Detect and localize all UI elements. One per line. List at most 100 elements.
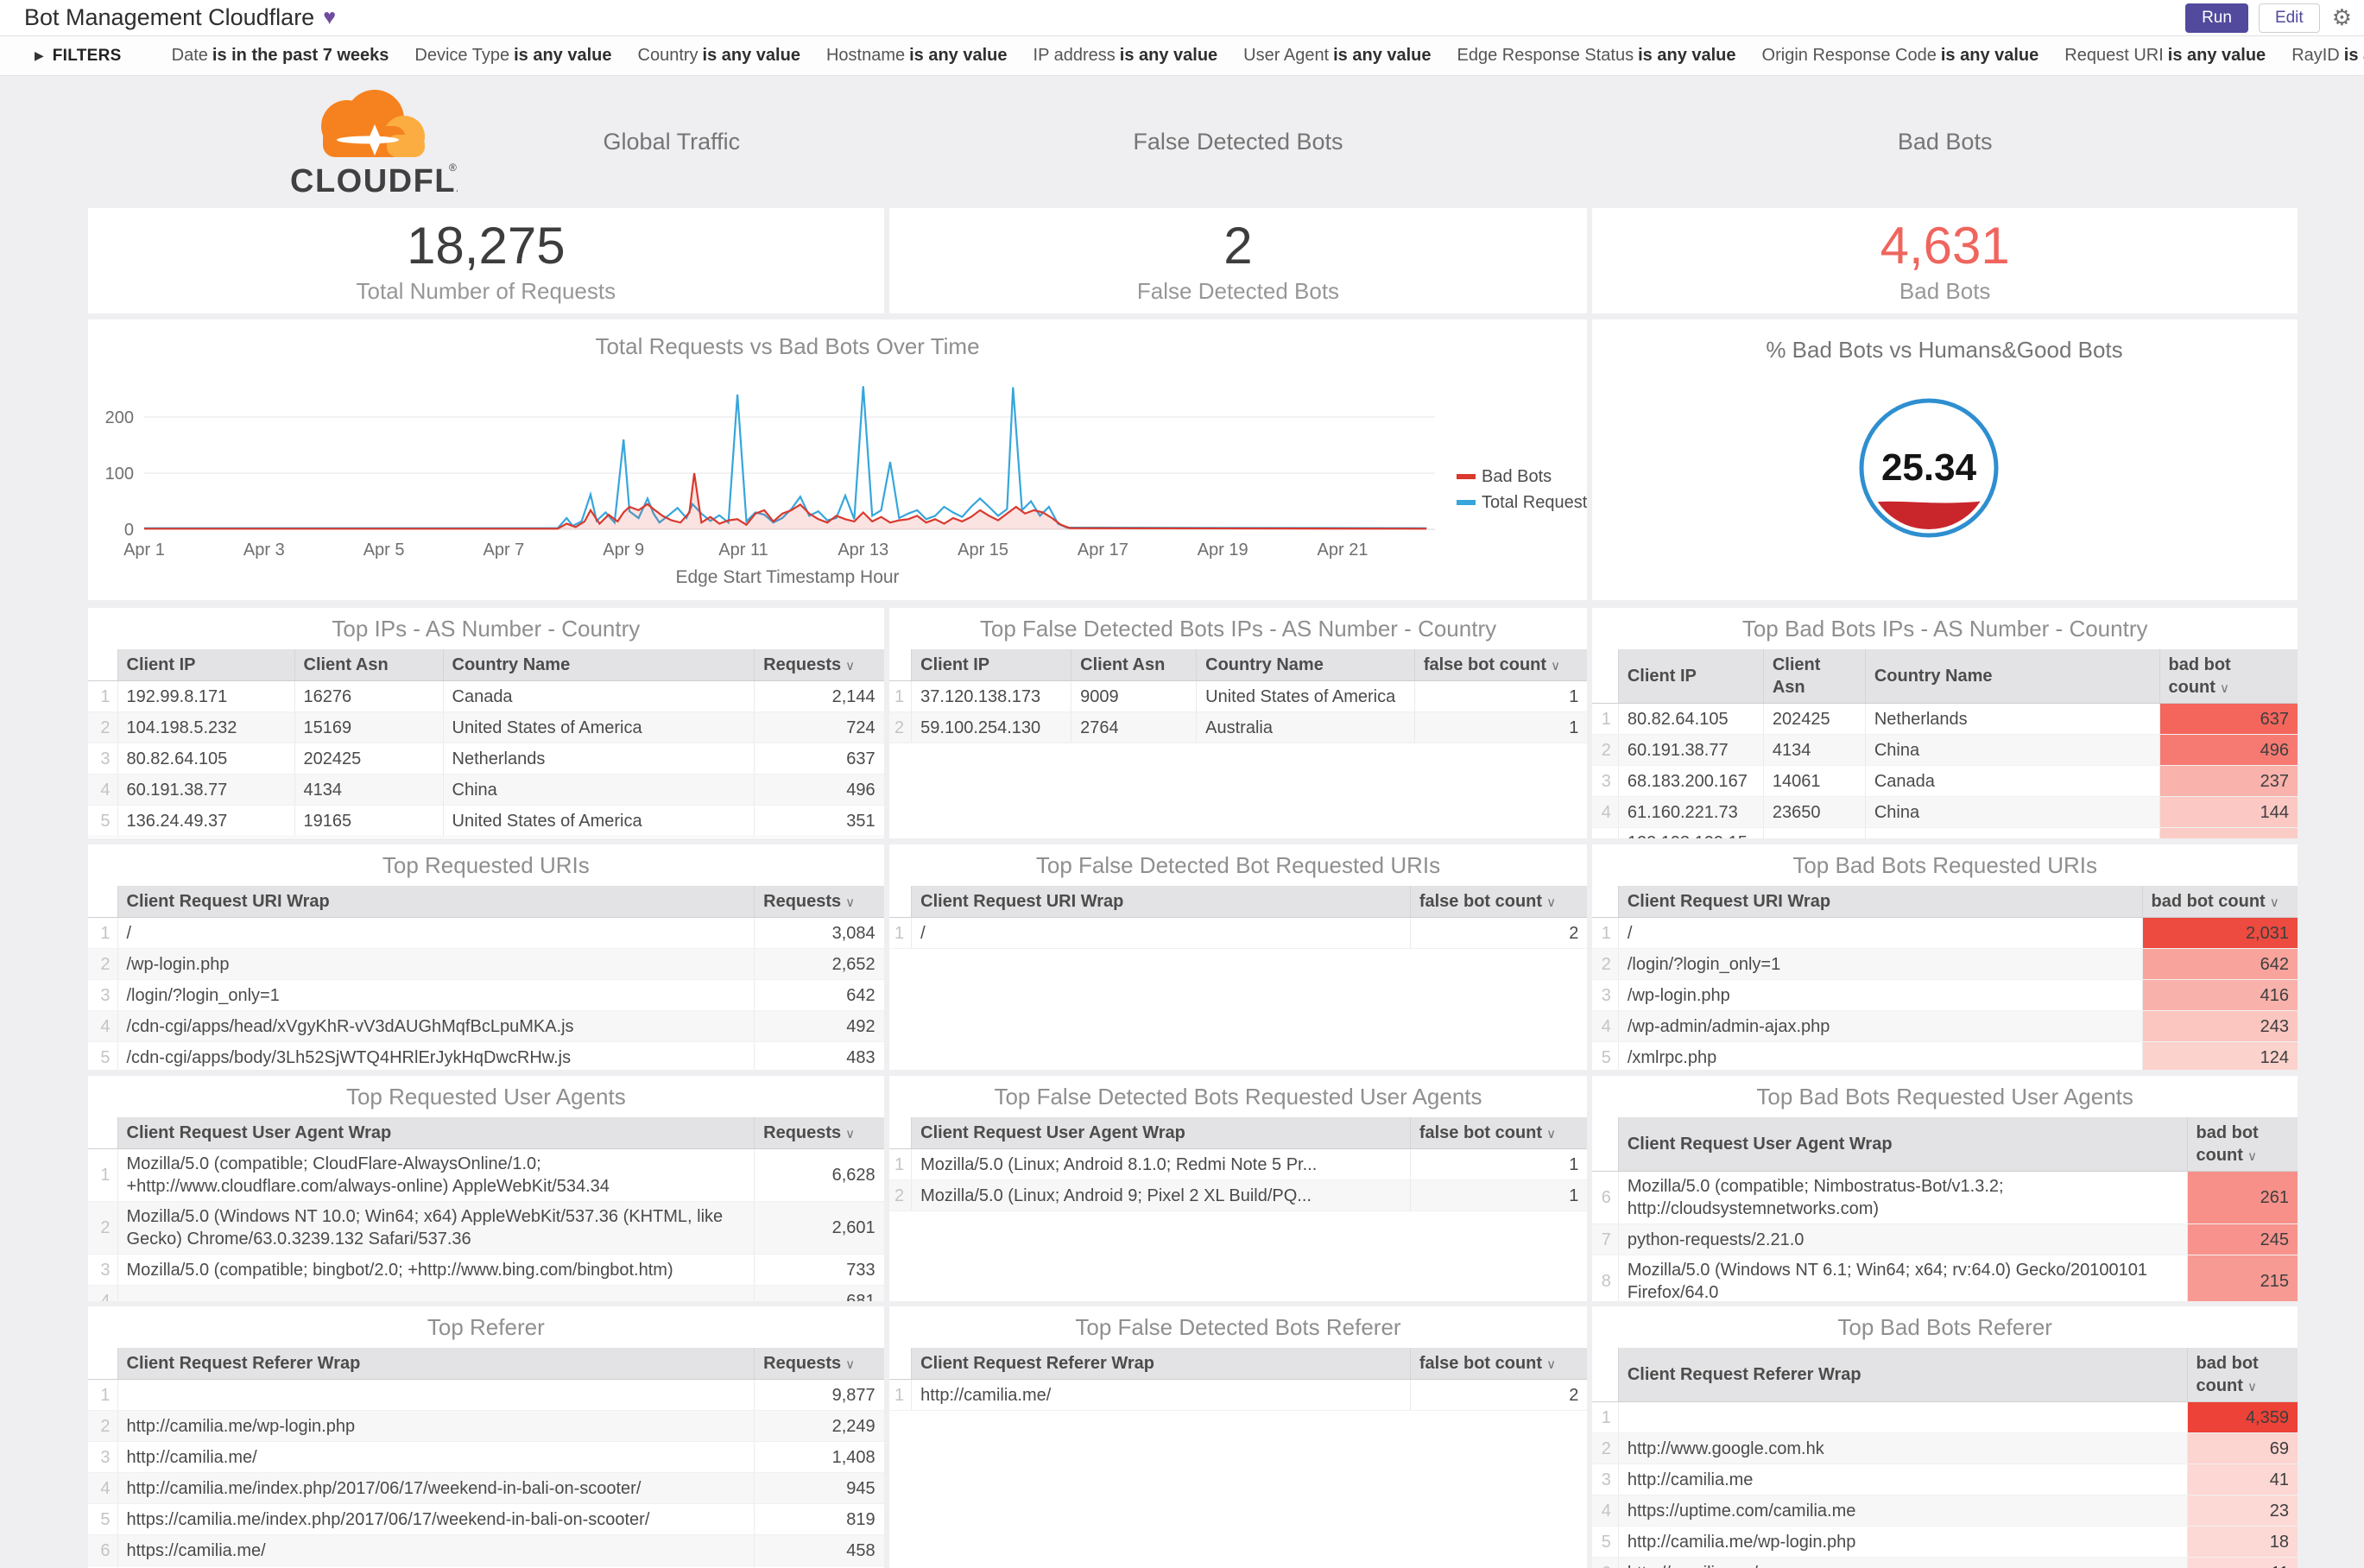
- legend-label[interactable]: Total Requests: [1482, 493, 1587, 512]
- table-cell: 41: [2187, 1464, 2298, 1495]
- sort-desc-icon[interactable]: ∨: [1551, 659, 1560, 673]
- sort-desc-icon[interactable]: ∨: [2247, 1149, 2257, 1164]
- gear-icon[interactable]: ⚙: [2332, 4, 2352, 31]
- column-header[interactable]: Client Asn: [1763, 649, 1866, 704]
- table-top-referer: Top Referer Client Request Referer Wrap Re…: [88, 1306, 884, 1568]
- table-row: 5 136.24.49.37 19165 United States of Ameri…: [88, 805, 884, 837]
- table-title: Top False Detected Bots Referer: [1075, 1314, 1401, 1340]
- sort-desc-icon[interactable]: ∨: [1546, 1127, 1556, 1141]
- filter-item[interactable]: Device Type is any value: [414, 46, 611, 65]
- table-cell: Mozilla/5.0 (Linux; Android 8.1.0; Redmi…: [911, 1148, 1411, 1180]
- sort-desc-icon[interactable]: ∨: [845, 1357, 855, 1372]
- sort-desc-icon[interactable]: ∨: [845, 659, 855, 673]
- row-number: 2: [88, 1410, 118, 1442]
- column-header[interactable]: Client Asn: [294, 649, 444, 681]
- table-cell: 2,601: [754, 1201, 884, 1255]
- column-header[interactable]: Client Request Referer Wrap: [1618, 1348, 2188, 1402]
- filter-item[interactable]: Edge Response Status is any value: [1457, 46, 1736, 65]
- column-header[interactable]: Client Request URI Wrap: [1618, 886, 2143, 918]
- edit-button[interactable]: Edit: [2258, 3, 2320, 33]
- sort-desc-icon[interactable]: ∨: [1546, 1357, 1556, 1372]
- sort-desc-icon[interactable]: ∨: [2220, 681, 2229, 696]
- column-header[interactable]: false bot count ∨: [1410, 1348, 1588, 1380]
- column-header[interactable]: Client Request User Agent Wrap: [117, 1117, 755, 1149]
- table-row: 3 68.183.200.167 14061 Canada 237: [1592, 765, 2298, 797]
- column-header[interactable]: bad bot count ∨: [2187, 1117, 2298, 1172]
- filter-item[interactable]: Country is any value: [638, 46, 800, 65]
- sort-desc-icon[interactable]: ∨: [2247, 1380, 2257, 1394]
- table-row: 1 http://camilia.me/2: [888, 1379, 1588, 1411]
- section-global-traffic: Global Traffic: [603, 129, 741, 155]
- section-title-band: CLOUDFLARE ® Global Traffic False Detect…: [0, 76, 2364, 208]
- column-header[interactable]: Country Name: [443, 649, 755, 681]
- filters-label[interactable]: FILTERS: [53, 47, 122, 66]
- table-cell: 2,249: [754, 1410, 884, 1442]
- table-row: 5 http://camilia.me/wp-login.php 18: [1592, 1526, 2298, 1558]
- column-header[interactable]: Requests ∨: [754, 886, 884, 918]
- table-row: 1 9,877: [88, 1379, 884, 1411]
- filters-expander-icon[interactable]: ▶: [35, 48, 44, 63]
- kpi-total-requests: 18,275 Total Number of Requests: [88, 208, 884, 313]
- table-cell: /login/?login_only=1: [1618, 948, 2143, 980]
- table-top-bad-bot-user-agents: Top Bad Bots Requested User Agents Client…: [1592, 1076, 2298, 1301]
- column-header[interactable]: Client Request URI Wrap: [911, 886, 1411, 918]
- table-cell: 1: [1410, 1179, 1588, 1211]
- table-top-ips: Top IPs - AS Number - Country Client IP Cl…: [88, 608, 884, 838]
- row-number: 3: [88, 1441, 118, 1473]
- filter-item[interactable]: Origin Response Code is any value: [1762, 46, 2039, 65]
- table-cell: http://www.google.com.hk: [1618, 1432, 2188, 1464]
- table-row: 1 4,359: [1592, 1401, 2298, 1433]
- filter-item[interactable]: Hostname is any value: [826, 46, 1008, 65]
- column-header[interactable]: Country Name: [1196, 649, 1415, 681]
- table-top-bad-bot-ips: Top Bad Bots IPs - AS Number - Country Cl…: [1592, 608, 2298, 838]
- table-row: 2/login/?login_only=1 642: [1592, 948, 2298, 980]
- row-number-header: [1592, 649, 1619, 704]
- column-header[interactable]: false bot count ∨: [1410, 1117, 1588, 1149]
- table-cell: /: [911, 917, 1411, 949]
- column-header[interactable]: Client IP: [117, 649, 295, 681]
- table-row: 1 80.82.64.105 202425 Netherlands 637: [1592, 703, 2298, 735]
- filter-item[interactable]: IP address is any value: [1033, 46, 1218, 65]
- column-header[interactable]: Country Name: [1865, 649, 2160, 704]
- table-cell: Mozilla/5.0 (compatible; CloudFlare-Alwa…: [117, 1148, 755, 1202]
- legend-swatch[interactable]: [1457, 500, 1476, 505]
- filter-item[interactable]: RayIDis any value: [2291, 46, 2364, 65]
- table-cell: python-requests/2.21.0: [1618, 1223, 2188, 1255]
- table-row: 4/cdn-cgi/apps/head/xVgyKhR-vV3dAUGhMqfB…: [88, 1010, 884, 1042]
- filters-list: Date is in the past 7 weeks Device Type is …: [172, 46, 2364, 66]
- sort-desc-icon[interactable]: ∨: [845, 1127, 855, 1141]
- legend-swatch[interactable]: [1457, 474, 1476, 479]
- legend-label[interactable]: Bad Bots: [1482, 467, 1552, 486]
- filter-bar: ▶ FILTERS Date is in the past 7 weeks Devi…: [0, 36, 2364, 76]
- x-tick-label: Apr 1: [123, 541, 165, 560]
- table-cell: 642: [2142, 948, 2298, 980]
- sort-desc-icon[interactable]: ∨: [2270, 895, 2279, 910]
- filter-item[interactable]: Request URI is any value: [2064, 46, 2266, 65]
- column-header[interactable]: bad bot count ∨: [2187, 1348, 2298, 1402]
- column-header[interactable]: false bot count ∨: [1410, 886, 1588, 918]
- filter-item[interactable]: Date is in the past 7 weeks: [172, 46, 389, 65]
- filter-item[interactable]: User Agent is any value: [1243, 46, 1431, 65]
- column-header[interactable]: Client Request Referer Wrap: [117, 1348, 755, 1380]
- sort-desc-icon[interactable]: ∨: [845, 895, 855, 910]
- column-header[interactable]: Requests ∨: [754, 1117, 884, 1149]
- row-number: 2: [88, 711, 118, 743]
- column-header[interactable]: Requests ∨: [754, 1348, 884, 1380]
- column-header[interactable]: Requests ∨: [754, 649, 884, 681]
- column-header[interactable]: Client Request User Agent Wrap: [1618, 1117, 2188, 1172]
- table-cell: 2,144: [754, 680, 884, 712]
- column-header[interactable]: Client Request URI Wrap: [117, 886, 755, 918]
- column-header[interactable]: Client Asn: [1071, 649, 1198, 681]
- column-header[interactable]: bad bot count ∨: [2142, 886, 2298, 918]
- column-header[interactable]: Client Request Referer Wrap: [911, 1348, 1411, 1380]
- column-header[interactable]: Client IP: [911, 649, 1072, 681]
- column-header[interactable]: false bot count ∨: [1414, 649, 1588, 681]
- row-number-header: [888, 1117, 913, 1149]
- column-header[interactable]: bad bot count ∨: [2159, 649, 2298, 704]
- run-button[interactable]: Run: [2185, 3, 2248, 33]
- column-header[interactable]: Client Request User Agent Wrap: [911, 1117, 1411, 1149]
- x-tick-label: Apr 9: [603, 541, 644, 560]
- sort-desc-icon[interactable]: ∨: [1546, 895, 1556, 910]
- x-tick-label: Apr 13: [838, 541, 888, 560]
- column-header[interactable]: Client IP: [1618, 649, 1764, 704]
